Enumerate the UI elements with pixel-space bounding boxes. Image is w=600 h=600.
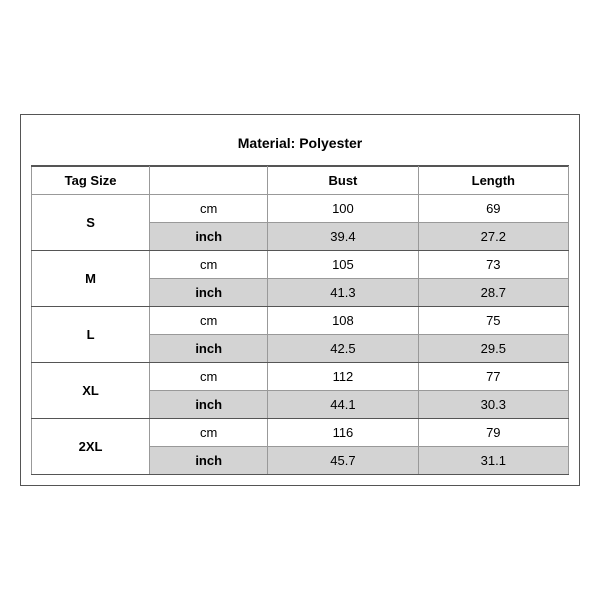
unit-cell: cm — [150, 195, 268, 223]
tag-size-cell: 2XL — [32, 419, 150, 475]
tag-size-cell: XL — [32, 363, 150, 419]
tag-size-cell: L — [32, 307, 150, 363]
unit-cell: inch — [150, 391, 268, 419]
length-cell: 30.3 — [418, 391, 568, 419]
tag-size-cell: S — [32, 195, 150, 251]
bust-cell: 42.5 — [268, 335, 418, 363]
bust-cell: 108 — [268, 307, 418, 335]
bust-cell: 105 — [268, 251, 418, 279]
length-cell: 29.5 — [418, 335, 568, 363]
unit-cell: inch — [150, 223, 268, 251]
size-table: Tag Size Bust Length Scm10069inch39.427.… — [31, 166, 569, 475]
bust-cell: 41.3 — [268, 279, 418, 307]
length-cell: 75 — [418, 307, 568, 335]
length-cell: 79 — [418, 419, 568, 447]
length-cell: 73 — [418, 251, 568, 279]
tag-size-cell: M — [32, 251, 150, 307]
unit-cell: cm — [150, 251, 268, 279]
length-cell: 28.7 — [418, 279, 568, 307]
bust-cell: 100 — [268, 195, 418, 223]
header-unit-col — [150, 167, 268, 195]
unit-cell: cm — [150, 363, 268, 391]
size-chart-container: Material: Polyester Tag Size Bust Length… — [20, 114, 580, 486]
header-length: Length — [418, 167, 568, 195]
unit-cell: inch — [150, 279, 268, 307]
bust-cell: 45.7 — [268, 447, 418, 475]
length-cell: 31.1 — [418, 447, 568, 475]
header-tag-size: Tag Size — [32, 167, 150, 195]
unit-cell: cm — [150, 419, 268, 447]
bust-cell: 39.4 — [268, 223, 418, 251]
unit-cell: cm — [150, 307, 268, 335]
chart-title: Material: Polyester — [31, 125, 569, 166]
length-cell: 27.2 — [418, 223, 568, 251]
bust-cell: 44.1 — [268, 391, 418, 419]
bust-cell: 112 — [268, 363, 418, 391]
header-bust: Bust — [268, 167, 418, 195]
length-cell: 69 — [418, 195, 568, 223]
unit-cell: inch — [150, 447, 268, 475]
length-cell: 77 — [418, 363, 568, 391]
bust-cell: 116 — [268, 419, 418, 447]
unit-cell: inch — [150, 335, 268, 363]
